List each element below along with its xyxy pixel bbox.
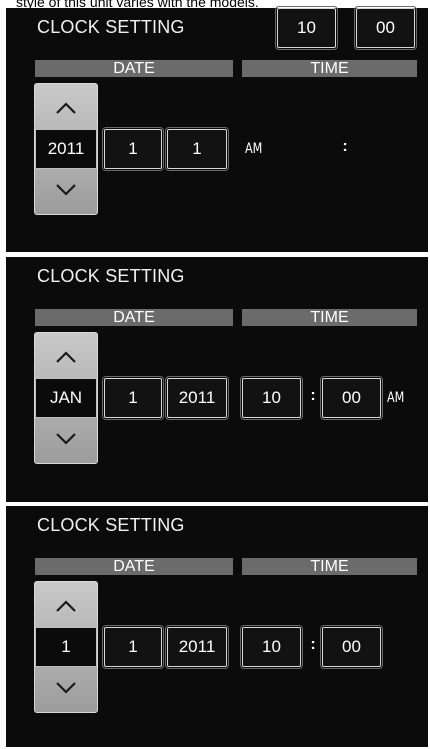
chevron-up-icon[interactable]	[35, 588, 97, 624]
ampm-label: AM	[245, 141, 263, 157]
year-field[interactable]: 2011	[165, 625, 229, 669]
selected-year-value[interactable]: 2011	[35, 129, 97, 169]
time-colon: :	[310, 636, 316, 653]
day-field[interactable]: 1	[102, 376, 164, 420]
screen-title: CLOCK SETTING	[37, 266, 185, 286]
chevron-up-icon[interactable]	[35, 339, 97, 375]
day-field[interactable]: 1	[165, 127, 229, 171]
screen-title: CLOCK SETTING	[37, 17, 185, 37]
time-header: TIME	[242, 558, 417, 575]
chevron-down-icon[interactable]	[35, 421, 97, 457]
screen-title: CLOCK SETTING	[37, 515, 185, 535]
date-header: DATE	[35, 60, 233, 77]
month-spinner[interactable]: JAN	[34, 332, 98, 464]
time-header: TIME	[242, 309, 417, 326]
minute-field[interactable]: 00	[320, 376, 383, 420]
clock-setting-panel-day: CLOCK SETTING DATE TIME 1 1 2011 10 : 00	[6, 506, 428, 747]
minute-field[interactable]: 00	[320, 625, 383, 669]
hour-field[interactable]: 10	[240, 625, 303, 669]
minute-field[interactable]: 00	[354, 6, 417, 50]
month-field[interactable]: 1	[102, 127, 164, 171]
time-colon: :	[342, 138, 348, 155]
value-spinner[interactable]: 1	[34, 581, 98, 713]
time-colon: :	[310, 387, 316, 404]
second-date-field[interactable]: 1	[102, 625, 164, 669]
hour-field[interactable]: 10	[275, 6, 338, 50]
selected-month-value[interactable]: JAN	[35, 378, 97, 418]
year-spinner[interactable]: 2011	[34, 83, 98, 215]
time-header: TIME	[242, 60, 417, 77]
clock-setting-panel-month: CLOCK SETTING DATE TIME JAN 1 2011 10 : …	[6, 257, 428, 502]
ampm-label: AM	[387, 390, 405, 406]
date-header: DATE	[35, 558, 233, 575]
year-field[interactable]: 2011	[165, 376, 229, 420]
hour-field[interactable]: 10	[240, 376, 303, 420]
clock-setting-panel-year: CLOCK SETTING DATE TIME 2011 1 1 AM 10 :…	[6, 6, 428, 252]
chevron-up-icon[interactable]	[35, 90, 97, 126]
selected-value[interactable]: 1	[35, 627, 97, 667]
chevron-down-icon[interactable]	[35, 670, 97, 706]
chevron-down-icon[interactable]	[35, 172, 97, 208]
date-header: DATE	[35, 309, 233, 326]
